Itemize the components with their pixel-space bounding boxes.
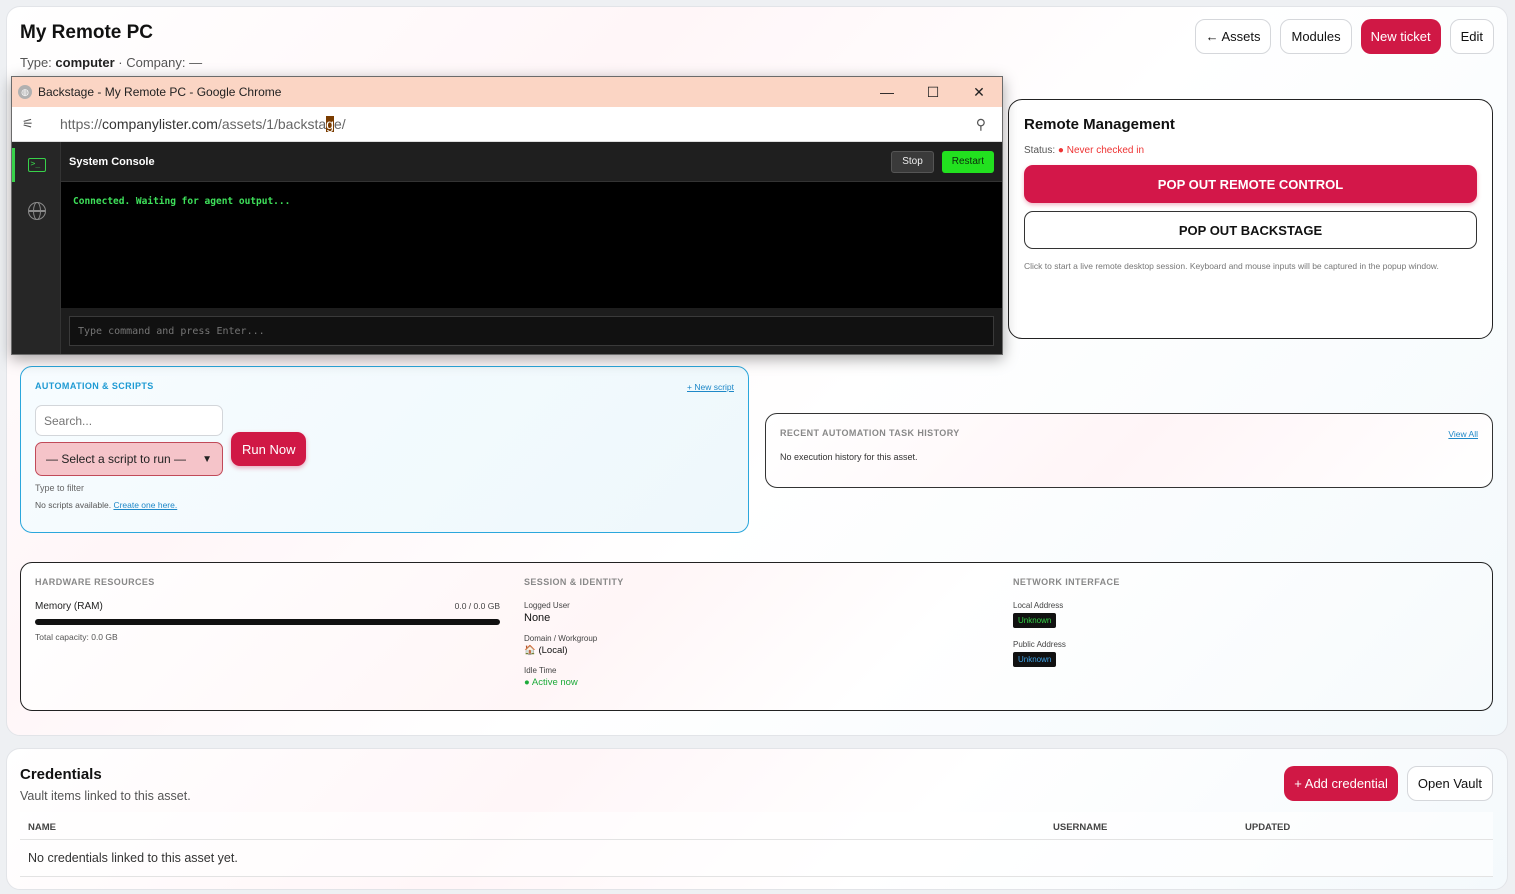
assets-back-button[interactable]: ← Assets [1194,19,1272,54]
console-command-input[interactable] [69,316,994,346]
task-history-card: RECENT AUTOMATION TASK HISTORY View All … [765,413,1493,488]
new-ticket-button[interactable]: New ticket [1360,19,1441,54]
no-scripts-hint: No scripts available. Create one here. [35,500,178,510]
terminal-tab[interactable]: >_ [12,142,61,188]
network-section: NETWORK INTERFACE Local Address Unknown … [1013,577,1120,679]
modules-button[interactable]: Modules [1280,19,1352,54]
page-title: My Remote PC [20,22,154,43]
zoom-icon[interactable]: ⚲ [976,116,986,133]
create-script-link[interactable]: Create one here. [113,500,177,510]
address-bar[interactable]: ⚟ https://companylister.com/assets/1/bac… [12,107,1002,142]
chevron-down-icon: ▼ [202,453,212,465]
memory-label: Memory (RAM) [35,601,103,612]
public-address-badge: Unknown [1013,652,1057,667]
asset-company: · Company: — [118,55,203,70]
terminal-icon: >_ [27,158,46,172]
local-address-badge: Unknown [1013,613,1057,628]
col-updated[interactable]: UPDATED [1245,822,1290,833]
console-output: Connected. Waiting for agent output... [61,182,1002,308]
logged-user: None [524,612,551,624]
add-credential-button[interactable]: + Add credential [1284,766,1398,801]
credentials-subtitle: Vault items linked to this asset. [20,789,191,803]
credentials-table: NAME USERNAME UPDATED No credentials lin… [20,812,1493,877]
system-info-card: HARDWARE RESOURCES Memory (RAM) 0.0 / 0.… [20,562,1493,711]
site-settings-icon[interactable]: ⚟ [22,116,50,132]
col-name[interactable]: NAME [28,822,56,833]
history-label: RECENT AUTOMATION TASK HISTORY [780,428,960,438]
globe-icon [27,202,46,220]
stop-button[interactable]: Stop [891,150,934,173]
restart-button[interactable]: Restart [941,150,994,173]
credentials-actions: + Add credential Open Vault [1284,766,1493,801]
asset-type: computer [55,55,115,70]
backstage-popup-window: ◍ Backstage - My Remote PC - Google Chro… [11,76,1003,355]
filter-hint: Type to filter [35,483,85,493]
session-section: SESSION & IDENTITY Logged User None Doma… [524,577,624,688]
maximize-icon[interactable]: ☐ [910,77,956,107]
remote-management-card: Remote Management Status: ● Never checke… [1008,99,1493,339]
memory-bar [35,619,500,625]
new-script-link[interactable]: + New script [687,382,734,392]
console-title: System Console [69,155,155,168]
status-badge: ● Never checked in [1057,145,1145,156]
memory-total: Total capacity: 0.0 GB [35,632,118,642]
network-tab[interactable] [12,188,61,234]
memory-value: 0.0 / 0.0 GB [454,601,500,611]
run-now-button[interactable]: Run Now [231,432,307,466]
window-title: Backstage - My Remote PC - Google Chrome [38,85,282,99]
page-meta: Type: computer · Company: — [20,55,203,70]
window-titlebar[interactable]: ◍ Backstage - My Remote PC - Google Chro… [12,77,1002,107]
credentials-empty: No credentials linked to this asset yet. [20,840,1493,877]
col-username[interactable]: USERNAME [1053,822,1107,833]
history-empty: No execution history for this asset. [780,452,918,462]
hardware-section: HARDWARE RESOURCES Memory (RAM) 0.0 / 0.… [35,577,500,642]
table-header: NAME USERNAME UPDATED [20,812,1493,840]
close-icon[interactable]: ✕ [956,77,1002,107]
edit-button[interactable]: Edit [1449,19,1494,54]
pop-out-remote-control-button[interactable]: POP OUT REMOTE CONTROL [1024,165,1477,203]
pop-out-backstage-button[interactable]: POP OUT BACKSTAGE [1024,211,1477,249]
console-sidebar: >_ [12,142,61,354]
view-all-link[interactable]: View All [1448,429,1478,439]
credentials-title: Credentials [20,766,102,783]
open-vault-button[interactable]: Open Vault [1406,766,1493,801]
url-text[interactable]: https://companylister.com/assets/1/backs… [60,116,346,132]
script-select[interactable]: — Select a script to run — ▼ [35,442,223,476]
globe-favicon-icon: ◍ [18,85,32,99]
console-header: System Console Stop Restart [61,142,1002,182]
idle-value: ● Active now [524,677,578,688]
top-actions: ← Assets Modules New ticket Edit [1194,19,1494,54]
remote-title: Remote Management [1024,116,1175,133]
remote-hint: Click to start a live remote desktop ses… [1024,261,1439,271]
automation-label: AUTOMATION & SCRIPTS [35,381,154,391]
script-search-input[interactable] [35,405,223,436]
minimize-icon[interactable]: — [864,77,910,107]
automation-card: AUTOMATION & SCRIPTS + New script — Sele… [20,366,749,533]
remote-status: Status: ● Never checked in [1024,145,1145,156]
domain-value: 🏠 (Local) [524,645,568,656]
